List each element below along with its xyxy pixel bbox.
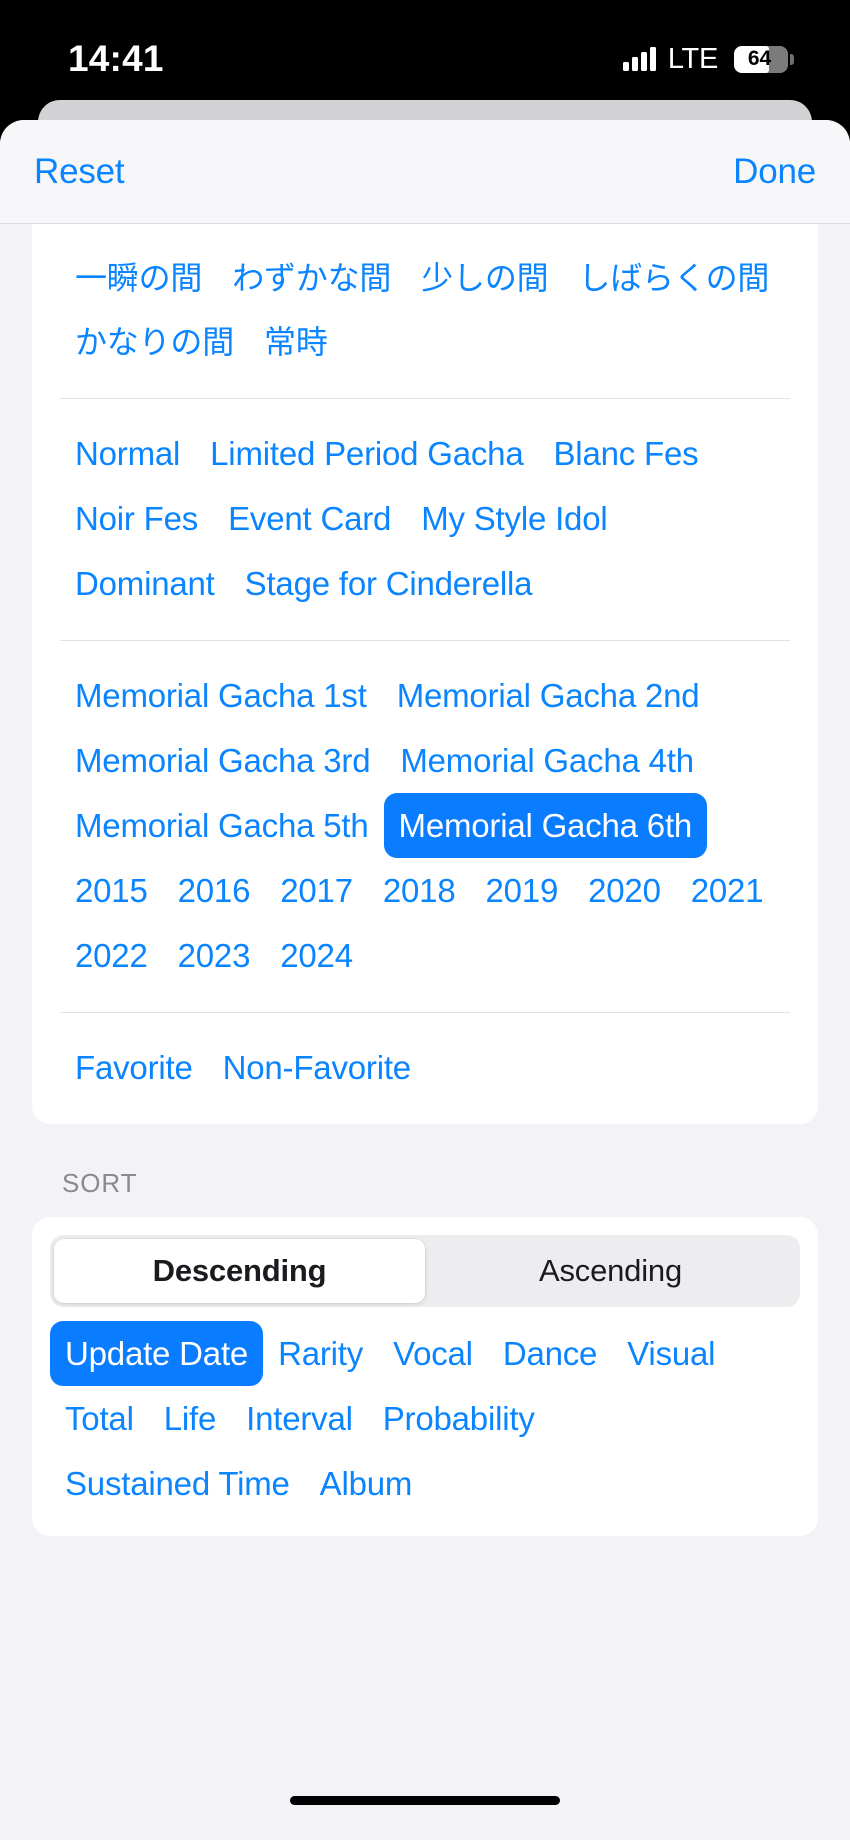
chip-row: Memorial Gacha 1st Memorial Gacha 2nd Memo… [60, 663, 790, 988]
filter-chip[interactable]: 2018 [368, 858, 471, 923]
filter-chip[interactable]: 2016 [163, 858, 266, 923]
chip-row: Normal Limited Period Gacha Blanc Fes Noir … [60, 421, 790, 616]
filter-sort-sheet: Reset Done 一瞬の間 わずかな間 少しの間 しばらくの間かなりの間 常時 Nor… [0, 120, 850, 1840]
sort-key-chip[interactable]: Interval [231, 1386, 368, 1451]
sort-order-segment[interactable]: Descending [54, 1239, 425, 1303]
sort-key-chip[interactable]: Album [305, 1451, 428, 1516]
sort-key-chip[interactable]: Dance [488, 1321, 612, 1386]
filter-chip[interactable]: 2015 [60, 858, 163, 923]
chip-row: Favorite Non-Favorite [60, 1035, 790, 1100]
filter-group-favorite: Favorite Non-Favorite [60, 1012, 790, 1124]
filter-chip[interactable]: 2023 [163, 923, 266, 988]
sort-key-chip[interactable]: Sustained Time [50, 1451, 305, 1516]
filter-chip[interactable]: Dominant [60, 551, 230, 616]
filter-chip[interactable]: 2019 [471, 858, 574, 923]
sort-key-chip-row: Update Date Rarity Vocal Dance Visual Total Li… [50, 1307, 800, 1516]
filter-chip[interactable]: しばらくの間 [563, 246, 784, 310]
filter-chip[interactable]: かなりの間 [60, 310, 249, 374]
home-indicator[interactable] [290, 1796, 560, 1805]
filter-chip[interactable]: Noir Fes [60, 486, 213, 551]
sort-key-chip[interactable]: Probability [368, 1386, 550, 1451]
filter-chip[interactable]: 2022 [60, 923, 163, 988]
sort-card: Descending Ascending Update Date Rarity Voc… [32, 1217, 818, 1536]
filter-chip[interactable]: わずかな間 [217, 246, 406, 310]
filter-chip[interactable]: Memorial Gacha 3rd [60, 728, 385, 793]
sheet-scroll-body[interactable]: 一瞬の間 わずかな間 少しの間 しばらくの間かなりの間 常時 Normal Limited … [0, 224, 850, 1778]
done-button[interactable]: Done [733, 152, 816, 192]
sort-order-segmented-control[interactable]: Descending Ascending [50, 1235, 800, 1307]
filter-chip[interactable]: Memorial Gacha 6th [383, 793, 708, 858]
filter-chip[interactable]: Memorial Gacha 4th [385, 728, 709, 793]
filter-chip[interactable]: Stage for Cinderella [230, 551, 548, 616]
battery-icon: 64 [734, 45, 794, 73]
filter-chip[interactable]: 2021 [676, 858, 779, 923]
filter-chip[interactable]: Event Card [213, 486, 406, 551]
sort-key-chip[interactable]: Total [50, 1386, 149, 1451]
filter-chip[interactable]: My Style Idol [406, 486, 622, 551]
filter-chip[interactable]: 2020 [573, 858, 676, 923]
filter-chip[interactable]: Favorite [60, 1035, 208, 1100]
sort-key-chip[interactable]: Vocal [378, 1321, 488, 1386]
filter-chip[interactable]: Blanc Fes [539, 421, 714, 486]
reset-button[interactable]: Reset [34, 152, 125, 192]
status-bar: 14:41 LTE 64 [0, 0, 850, 108]
filter-chip[interactable]: Memorial Gacha 5th [60, 793, 384, 858]
filter-chip[interactable]: Normal [60, 421, 195, 486]
filter-group-card-source: Normal Limited Period Gacha Blanc Fes Noir … [60, 398, 790, 640]
sort-key-chip[interactable]: Update Date [50, 1321, 264, 1386]
chip-row: 一瞬の間 わずかな間 少しの間 しばらくの間かなりの間 常時 [60, 246, 790, 374]
filter-chip[interactable]: 2024 [265, 923, 368, 988]
sheet-header: Reset Done [0, 120, 850, 224]
sort-key-chip[interactable]: Life [149, 1386, 231, 1451]
home-indicator-area [0, 1778, 850, 1840]
filter-chip[interactable]: 少しの間 [406, 246, 563, 310]
sort-key-chip[interactable]: Rarity [263, 1321, 378, 1386]
filter-chip[interactable]: Non-Favorite [208, 1035, 426, 1100]
filter-group-sustained-time: 一瞬の間 わずかな間 少しの間 しばらくの間かなりの間 常時 [60, 224, 790, 398]
filter-chip[interactable]: Memorial Gacha 2nd [382, 663, 715, 728]
filter-chip[interactable]: Memorial Gacha 1st [60, 663, 382, 728]
filter-chip[interactable]: 常時 [249, 310, 343, 374]
status-indicators: LTE 64 [622, 33, 794, 76]
sort-section-label: SORT [62, 1168, 138, 1198]
status-time: 14:41 [68, 38, 164, 79]
cellular-signal-icon [622, 47, 656, 71]
network-type-label: LTE [667, 42, 718, 75]
filter-chip[interactable]: 2017 [265, 858, 368, 923]
battery-tip [790, 53, 794, 65]
filter-chip[interactable]: Limited Period Gacha [195, 421, 538, 486]
phone-screen: 14:41 LTE 64 Reset Done 一瞬の間 わずかな間 少しの間 しばら… [0, 0, 850, 1840]
sort-key-chip[interactable]: Visual [612, 1321, 730, 1386]
filter-card: 一瞬の間 わずかな間 少しの間 しばらくの間かなりの間 常時 Normal Limited … [32, 224, 818, 1124]
filter-group-memorial-gacha-and-year: Memorial Gacha 1st Memorial Gacha 2nd Memo… [60, 640, 790, 1012]
filter-chip[interactable]: 一瞬の間 [60, 246, 217, 310]
battery-percent-label: 64 [747, 47, 772, 70]
sort-order-segment[interactable]: Ascending [425, 1239, 796, 1303]
